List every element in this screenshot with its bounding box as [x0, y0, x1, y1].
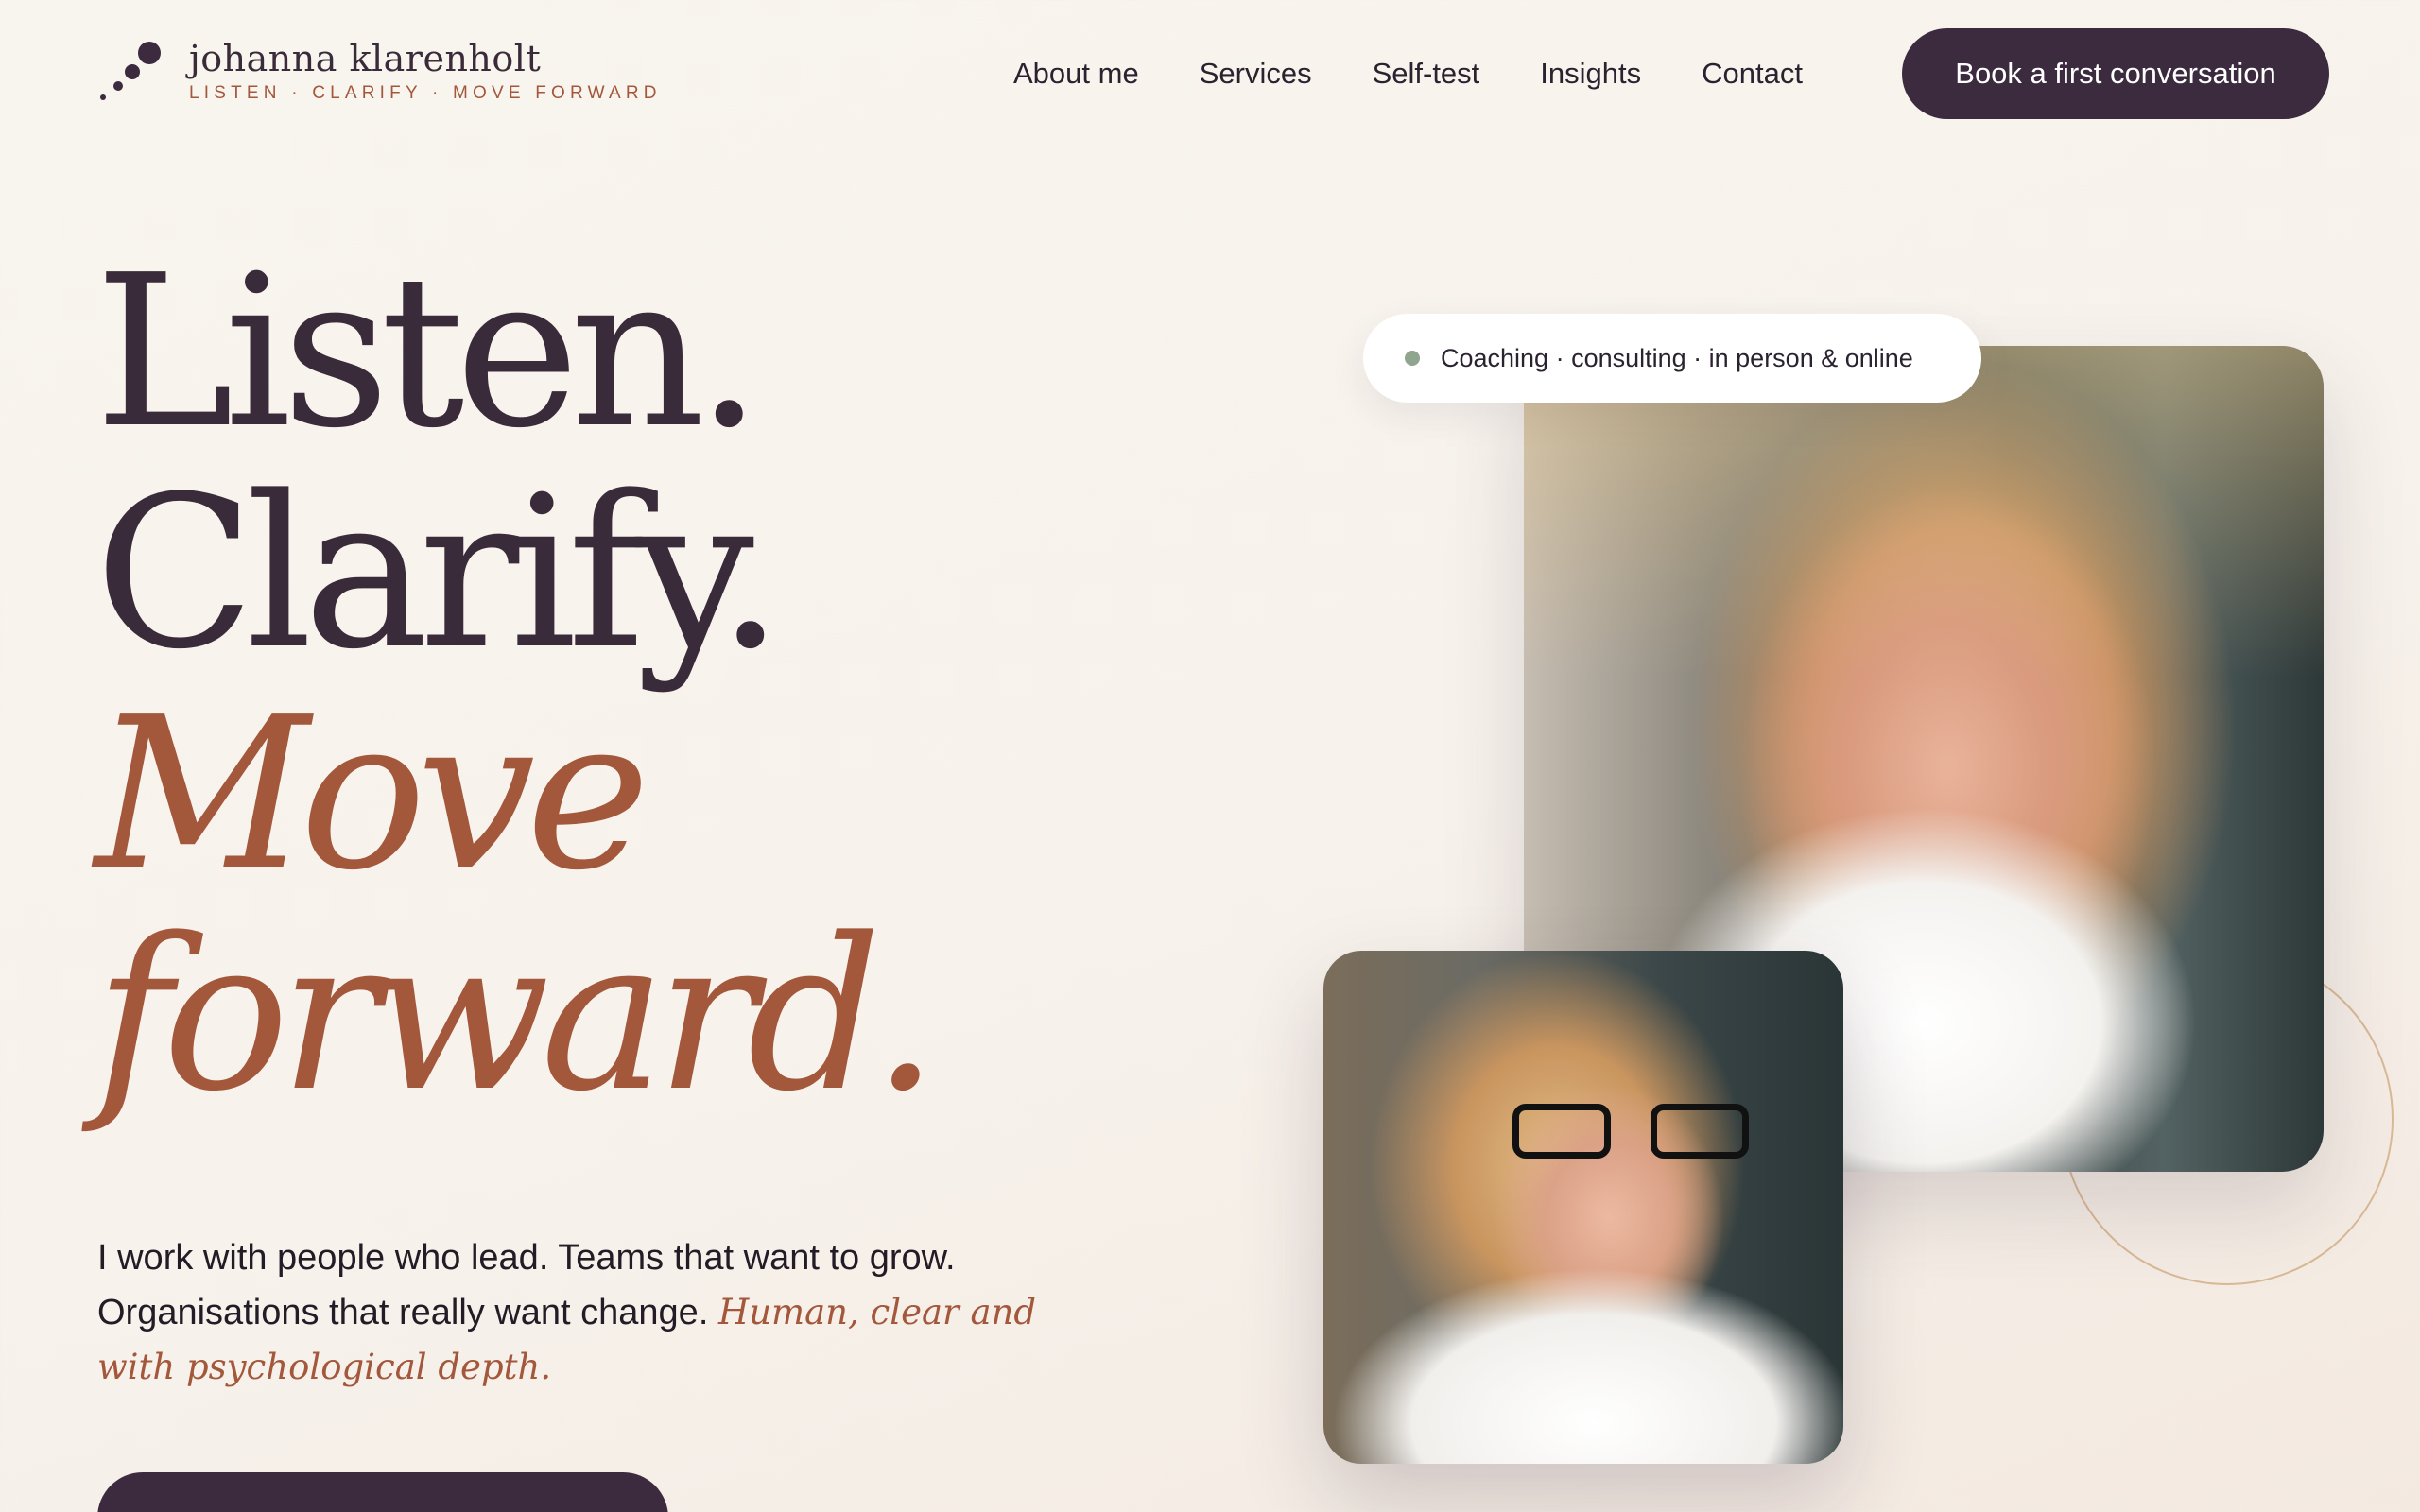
nav-item-contact[interactable]: Contact — [1702, 55, 1803, 93]
brand-text: johanna klarenholt LISTEN · CLARIFY · MO… — [189, 38, 662, 104]
hero-line-move: Move — [95, 673, 650, 917]
status-dot-icon — [1405, 351, 1420, 366]
glasses-shape — [1512, 1104, 1749, 1159]
services-badge: Coaching · consulting · in person & onli… — [1363, 314, 1981, 403]
nav-item-insights[interactable]: Insights — [1540, 55, 1641, 93]
portrait-photo-small — [1323, 951, 1843, 1464]
hero-secondary-link[interactable] — [711, 1504, 994, 1512]
brand-name: johanna klarenholt — [189, 38, 542, 79]
hero-line-forward: forward. — [95, 894, 939, 1138]
nav-item-services[interactable]: Services — [1200, 55, 1312, 93]
brand-dots-icon — [98, 38, 166, 106]
nav-item-self-test[interactable]: Self-test — [1373, 55, 1480, 93]
hero-line-listen: Listen. — [95, 231, 762, 474]
book-conversation-button[interactable]: Book a first conversation — [1902, 28, 2329, 119]
hero-primary-button[interactable] — [97, 1472, 668, 1512]
hero-intro: I work with people who lead. Teams that … — [97, 1230, 1080, 1395]
hero-line-clarify: Clarify. — [95, 452, 784, 696]
services-badge-text: Coaching · consulting · in person & onli… — [1441, 343, 1913, 372]
main-nav: About me Services Self-test Insights Con… — [1013, 55, 1803, 93]
brand-tagline: LISTEN · CLARIFY · MOVE FORWARD — [189, 83, 662, 103]
nav-item-about-me[interactable]: About me — [1013, 55, 1139, 93]
brand-logo[interactable]: johanna klarenholt LISTEN · CLARIFY · MO… — [98, 38, 662, 106]
